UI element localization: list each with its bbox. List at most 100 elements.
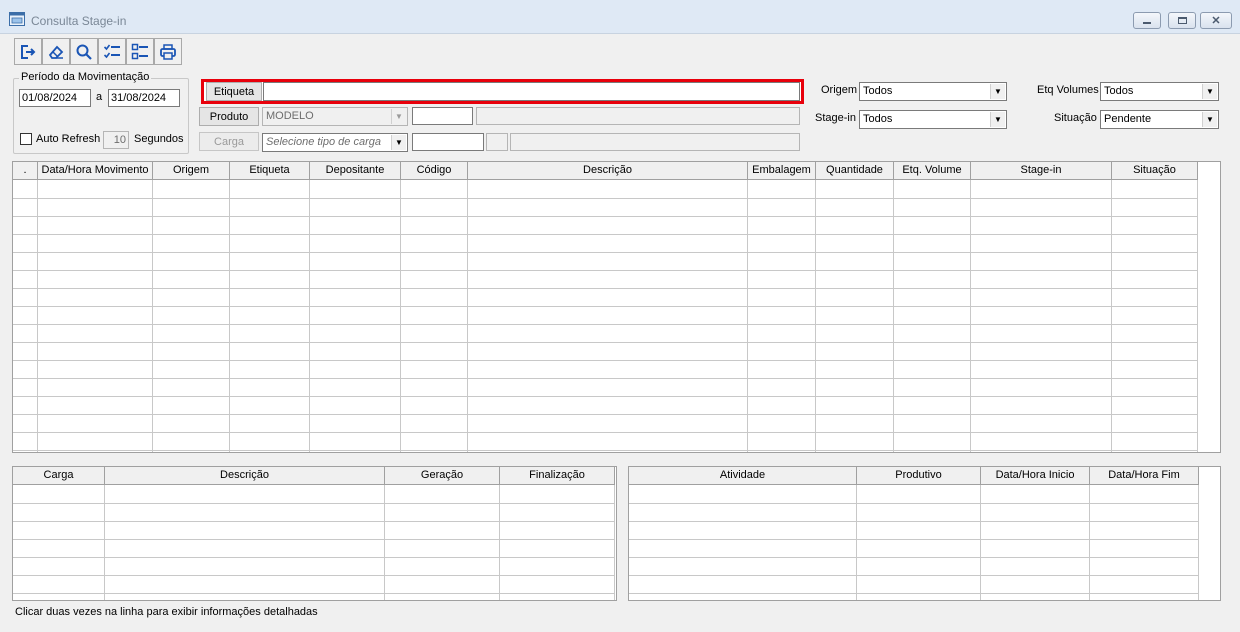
maximize-button[interactable] xyxy=(1168,12,1196,29)
table-row-divider xyxy=(13,557,615,558)
situacao-select-value: Pendente xyxy=(1104,113,1152,125)
produto-select-value: MODELO xyxy=(266,110,314,122)
origem-select[interactable]: Todos ▼ xyxy=(859,82,1007,101)
column-header[interactable]: Stage-in xyxy=(971,162,1112,180)
table-row-divider xyxy=(13,521,615,522)
table-row-divider xyxy=(629,539,1199,540)
table-row-divider xyxy=(13,216,1198,217)
uncheck-list-icon xyxy=(131,43,148,59)
table-row-divider xyxy=(13,288,1198,289)
minimize-icon xyxy=(1143,22,1151,24)
column-divider xyxy=(400,180,401,452)
carga-grid[interactable]: Carga Descrição Geração Finalização xyxy=(12,466,617,601)
chevron-down-icon: ▼ xyxy=(990,84,1005,99)
column-header[interactable]: Data/Hora Fim xyxy=(1090,467,1199,485)
column-divider xyxy=(747,180,748,452)
column-header[interactable]: Produtivo xyxy=(857,467,981,485)
column-header[interactable]: Finalização xyxy=(500,467,615,485)
checklist-icon xyxy=(103,44,120,58)
produto-code-field[interactable] xyxy=(412,107,473,125)
exit-icon xyxy=(21,44,36,59)
etq-volumes-select[interactable]: Todos ▼ xyxy=(1100,82,1219,101)
column-header[interactable]: Quantidade xyxy=(816,162,894,180)
date-from-field[interactable]: 01/08/2024 xyxy=(19,89,91,107)
chevron-down-icon: ▼ xyxy=(391,109,406,124)
column-header[interactable]: Código xyxy=(401,162,468,180)
column-header[interactable]: Data/Hora Inicio xyxy=(981,467,1090,485)
chevron-down-icon: ▼ xyxy=(1202,84,1217,99)
column-header[interactable]: Etq. Volume xyxy=(894,162,971,180)
maximize-icon xyxy=(1177,17,1187,24)
etq-volumes-select-value: Todos xyxy=(1104,85,1134,97)
eraser-icon xyxy=(48,45,64,59)
chevron-down-icon: ▼ xyxy=(1202,112,1217,127)
search-button[interactable] xyxy=(70,38,98,65)
table-row-divider xyxy=(13,234,1198,235)
column-header[interactable]: Descrição xyxy=(105,467,385,485)
column-divider xyxy=(815,180,816,452)
column-header[interactable]: Depositante xyxy=(310,162,401,180)
table-row-divider xyxy=(629,557,1199,558)
table-row-divider xyxy=(629,575,1199,576)
table-row-divider xyxy=(13,324,1198,325)
carga-code-field[interactable] xyxy=(412,133,484,151)
column-header[interactable]: . xyxy=(13,162,38,180)
column-divider xyxy=(309,180,310,452)
column-header[interactable]: Situação xyxy=(1112,162,1198,180)
exit-button[interactable] xyxy=(14,38,42,65)
table-row-divider xyxy=(13,414,1198,415)
situacao-label: Situação xyxy=(1054,112,1097,124)
column-header[interactable]: Origem xyxy=(153,162,230,180)
carga-button[interactable]: Carga xyxy=(199,132,259,151)
status-hint: Clicar duas vezes na linha para exibir i… xyxy=(15,606,318,618)
column-header[interactable]: Descrição xyxy=(468,162,748,180)
date-separator: a xyxy=(96,91,103,103)
carga-lookup-field xyxy=(486,133,508,151)
select-all-button[interactable] xyxy=(98,38,126,65)
chevron-down-icon: ▼ xyxy=(990,112,1005,127)
column-header[interactable]: Data/Hora Movimento xyxy=(38,162,153,180)
print-button[interactable] xyxy=(154,38,182,65)
date-to-field[interactable]: 31/08/2024 xyxy=(108,89,180,107)
table-row-divider xyxy=(13,432,1198,433)
table-row-divider xyxy=(13,396,1198,397)
refresh-seconds-field[interactable]: 10 xyxy=(103,131,129,149)
column-header[interactable]: Embalagem xyxy=(748,162,816,180)
column-header[interactable]: Etiqueta xyxy=(230,162,310,180)
produto-select[interactable]: MODELO ▼ xyxy=(262,107,408,126)
column-divider xyxy=(467,180,468,452)
clear-button[interactable] xyxy=(42,38,70,65)
etiqueta-input[interactable] xyxy=(263,82,800,101)
produto-button[interactable]: Produto xyxy=(199,107,259,126)
close-icon: ✕ xyxy=(1211,15,1221,27)
column-header[interactable]: Carga xyxy=(13,467,105,485)
column-divider xyxy=(152,180,153,452)
atividade-grid[interactable]: Atividade Produtivo Data/Hora Inicio Data/H… xyxy=(628,466,1221,601)
column-header[interactable]: Geração xyxy=(385,467,500,485)
auto-refresh-checkbox[interactable] xyxy=(20,133,32,145)
carga-type-placeholder: Selecione tipo de carga xyxy=(266,136,381,148)
table-row-divider xyxy=(13,198,1198,199)
main-grid[interactable]: . Data/Hora Movimento Origem Etiqueta Deposi… xyxy=(12,161,1221,453)
stagein-select[interactable]: Todos ▼ xyxy=(859,110,1007,129)
close-button[interactable]: ✕ xyxy=(1200,12,1232,29)
etiqueta-button[interactable]: Etiqueta xyxy=(206,82,262,101)
column-header[interactable]: Atividade xyxy=(629,467,857,485)
table-row-divider xyxy=(13,593,615,594)
column-divider xyxy=(970,180,971,452)
deselect-all-button[interactable] xyxy=(126,38,154,65)
table-row-divider xyxy=(629,593,1199,594)
carga-type-select[interactable]: Selecione tipo de carga ▼ xyxy=(262,133,408,152)
column-divider xyxy=(1111,180,1112,452)
table-row-divider xyxy=(629,503,1199,504)
table-row-divider xyxy=(13,450,1198,451)
table-row-divider xyxy=(13,360,1198,361)
app-window-icon xyxy=(9,12,25,26)
title-bar: Consulta Stage-in ✕ xyxy=(0,0,1240,34)
situacao-select[interactable]: Pendente ▼ xyxy=(1100,110,1219,129)
carga-desc-field xyxy=(510,133,800,151)
minimize-button[interactable] xyxy=(1133,12,1161,29)
column-divider xyxy=(1197,180,1198,452)
search-icon xyxy=(76,44,92,60)
print-icon xyxy=(160,43,176,60)
